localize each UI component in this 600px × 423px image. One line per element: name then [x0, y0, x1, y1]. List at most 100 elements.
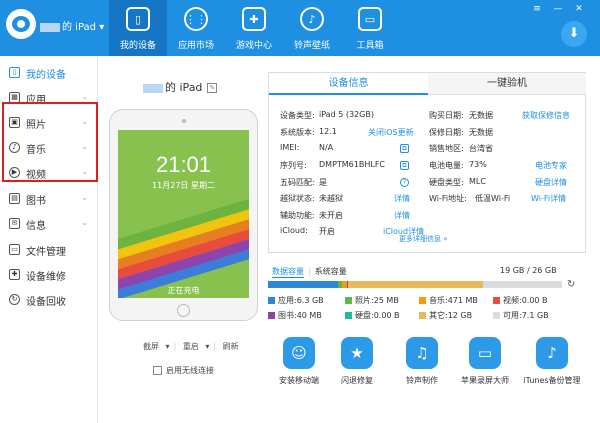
info-value: 台湾省: [469, 144, 493, 153]
tool-ringtone-maker[interactable]: ♫ 铃声制作: [391, 337, 453, 386]
device-selector[interactable]: 的 iPad ▾: [40, 18, 104, 33]
sidebar-item-label: 文件管理: [26, 247, 66, 258]
legend-name: 视频: [503, 296, 519, 305]
tool-label: 铃声制作: [406, 376, 438, 385]
tool-screen-record[interactable]: ▭ 苹果录屏大师: [454, 337, 516, 386]
refresh-button[interactable]: 刷新: [223, 342, 239, 351]
tool-itunes-backup[interactable]: ♪ iTunes备份管理: [521, 337, 583, 386]
legend-value: 0.00 B: [373, 311, 400, 320]
tool-label: 闪退修复: [341, 376, 373, 385]
more-details-link[interactable]: 更多详细信息 »: [399, 234, 448, 244]
message-icon: ✉: [9, 218, 20, 229]
folder-icon: ▭: [9, 244, 20, 255]
copy-icon[interactable]: ⧉: [400, 161, 409, 170]
tool-install-mobile[interactable]: ☺ 安装移动端: [268, 337, 330, 386]
sidebar-item-messages[interactable]: ✉ 信息 ⌄: [0, 212, 98, 236]
info-value: DMPTM61BHLFC: [319, 160, 386, 169]
info-key: 保修日期:: [429, 128, 464, 137]
info-row-device-type: 设备类型: iPad 5 (32GB): [280, 110, 420, 124]
reboot-label: 重启: [182, 342, 199, 351]
accessibility-details-link[interactable]: 详情: [394, 210, 410, 221]
info-row-accessibility: 辅助功能: 未开启 详情: [280, 210, 425, 224]
tab-device-info[interactable]: 设备信息: [269, 73, 428, 95]
info-value: 无数据: [469, 128, 493, 137]
refresh-icon[interactable]: ↻: [567, 279, 575, 290]
info-value: iPad 5 (32GB): [319, 110, 374, 119]
wifi-details-link[interactable]: Wi-Fi详情: [531, 193, 566, 204]
storage-total: 19 GB / 26 GB: [500, 266, 557, 275]
sidebar-item-repair[interactable]: ✚ 设备维修: [0, 263, 98, 287]
book-icon: ▤: [9, 193, 20, 204]
sidebar-item-label: 信息: [26, 221, 46, 232]
sidebar-item-file-manager[interactable]: ▭ 文件管理: [0, 238, 98, 262]
redacted-name: [40, 22, 60, 32]
legend-swatch: [493, 312, 500, 319]
sidebar-item-recycle[interactable]: ↻ 设备回收: [0, 288, 98, 312]
tool-crash-repair[interactable]: ★ 闪退修复: [326, 337, 388, 386]
wireless-label: 启用无线连接: [166, 366, 214, 375]
sidebar-item-my-device[interactable]: ▯ 我的设备: [0, 61, 98, 85]
chevron-down-icon: ⌄: [81, 218, 88, 227]
legend-name: 图书: [278, 311, 294, 320]
info-key: 硬盘类型:: [429, 178, 464, 187]
gamepad-icon: ✚: [242, 7, 266, 31]
device-actions: 截屏 ▾ | 重启 ▾ | 刷新: [143, 342, 239, 351]
menu-icon[interactable]: ≡: [530, 4, 544, 14]
info-key: 系统版本:: [280, 128, 315, 137]
legend-video: 视频: 0.00 B: [493, 295, 548, 306]
minimize-icon[interactable]: —: [551, 4, 565, 14]
disable-ios-update-link[interactable]: 关闭iOS更新: [368, 127, 414, 138]
sidebar: ▯ 我的设备 ▦ 应用 ⌄ ▣ 照片 ⌄ ♪ 音乐 ⌄ ▶ 视频 ⌄ ▤ 图书 …: [0, 56, 98, 423]
info-value: N/A: [319, 143, 334, 152]
sidebar-item-books[interactable]: ▤ 图书 ⌄: [0, 187, 98, 211]
storage-tabs: 数据容量 | 系统容量: [272, 267, 347, 278]
nav-game-center[interactable]: ✚ 游戏中心: [225, 0, 283, 56]
legend-value: 7.1 GB: [521, 311, 549, 320]
edit-icon[interactable]: ✎: [207, 83, 218, 93]
warranty-info-link[interactable]: 获取保修信息: [522, 110, 570, 121]
info-key: 序列号:: [280, 161, 307, 170]
wireless-checkbox[interactable]: [153, 366, 162, 375]
help-icon[interactable]: ?: [400, 178, 409, 187]
camera-dot: [182, 119, 186, 123]
storage-segment: [482, 281, 562, 288]
screenshot-button[interactable]: 截屏 ▾: [143, 342, 170, 351]
top-bar: 的 iPad ▾ ▯ 我的设备 ⋮⋮ 应用市场 ✚ 游戏中心 ♪ 铃声壁纸 ▭ …: [0, 0, 600, 56]
wireless-connection-toggle[interactable]: 启用无线连接: [153, 365, 214, 376]
download-icon[interactable]: ⬇: [561, 21, 587, 47]
sidebar-item-label: 设备维修: [26, 272, 66, 283]
info-value: 是: [319, 178, 327, 187]
jailbreak-details-link[interactable]: 详情: [394, 193, 410, 204]
legend-name: 照片: [355, 296, 371, 305]
legend-swatch: [419, 312, 426, 319]
close-icon[interactable]: ✕: [572, 4, 586, 14]
tab-one-click-check[interactable]: 一键验机: [428, 73, 586, 95]
info-value: 开启: [319, 227, 335, 236]
legend-available: 可用: 7.1 GB: [493, 310, 549, 321]
info-key: 设备类型:: [280, 111, 315, 120]
nav-my-device[interactable]: ▯ 我的设备: [109, 0, 167, 56]
copy-icon[interactable]: ⧉: [400, 144, 409, 153]
nav-toolbox[interactable]: ▭ 工具箱: [341, 0, 399, 56]
ipad-preview: 21:01 11月27日 星期二 正在充电: [109, 109, 258, 321]
disk-details-link[interactable]: 硬盘详情: [535, 177, 567, 188]
chevron-down-icon: ⌄: [81, 92, 88, 101]
nav-ringtone-wallpaper[interactable]: ♪ 铃声壁纸: [283, 0, 341, 56]
nav-app-market[interactable]: ⋮⋮ 应用市场: [167, 0, 225, 56]
screen-charging-status: 正在充电: [167, 286, 200, 295]
battery-expert-link[interactable]: 电池专家: [535, 160, 567, 171]
install-mobile-icon: ☺: [283, 337, 315, 369]
phone-icon: ▯: [9, 67, 20, 78]
legend-name: 硬盘: [355, 311, 371, 320]
reboot-button[interactable]: 重启 ▾: [183, 342, 210, 351]
legend-name: 其它: [429, 311, 445, 320]
nav-label: 铃声壁纸: [293, 41, 330, 51]
tab-system-capacity[interactable]: 系统容量: [315, 267, 347, 276]
device-title: 的 iPad ✎: [143, 79, 218, 95]
storage-bar: [268, 281, 562, 288]
legend-swatch: [493, 297, 500, 304]
tab-data-capacity[interactable]: 数据容量: [272, 267, 304, 278]
app-logo-icon: [6, 9, 36, 39]
device-title-text: 的 iPad: [165, 81, 203, 94]
ipad-screen: 21:01 11月27日 星期二 正在充电: [118, 130, 249, 298]
